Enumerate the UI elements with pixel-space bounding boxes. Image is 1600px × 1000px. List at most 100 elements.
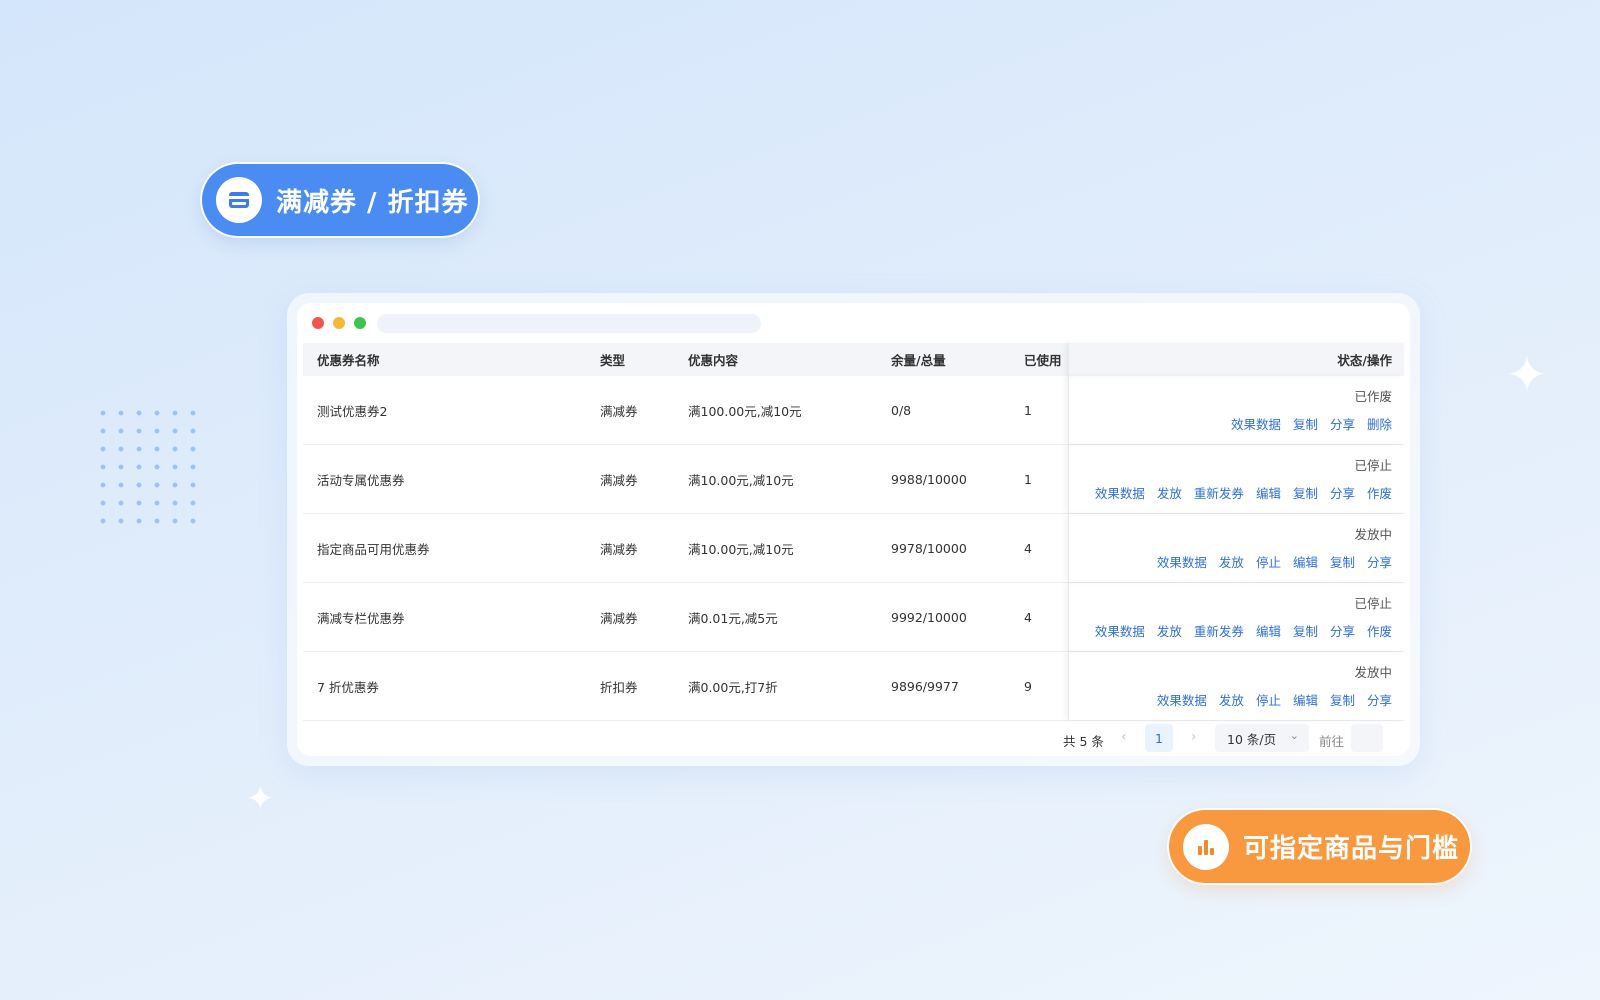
action-link[interactable]: 复制 bbox=[1293, 414, 1318, 433]
header-status: 状态/操作 bbox=[1337, 353, 1392, 368]
table-body: 测试优惠券2 满减券 满100.00元,减10元 0/8 1 已作废 效果数据 复制 分享 删除活… bbox=[303, 376, 1404, 721]
address-bar[interactable] bbox=[377, 314, 761, 333]
minimize-window-button[interactable] bbox=[333, 317, 345, 329]
coupon-name: 7 折优惠券 bbox=[317, 679, 379, 695]
coupon-name: 活动专属优惠券 bbox=[317, 472, 405, 488]
action-link[interactable]: 停止 bbox=[1256, 690, 1281, 709]
action-link[interactable]: 编辑 bbox=[1256, 621, 1281, 640]
table-row: 测试优惠券2 满减券 满100.00元,减10元 0/8 1 已作废 效果数据 复制 分享 删除 bbox=[303, 376, 1404, 445]
table-row: 指定商品可用优惠券 满减券 满10.00元,减10元 9978/10000 4 发放中 效果… bbox=[303, 514, 1404, 583]
action-link[interactable]: 效果数据 bbox=[1095, 621, 1145, 640]
badge-label: 可指定商品与门槛 bbox=[1243, 834, 1460, 864]
action-link[interactable]: 删除 bbox=[1367, 414, 1392, 433]
action-link[interactable]: 复制 bbox=[1293, 621, 1318, 640]
status-badge: 已停止 bbox=[1354, 458, 1392, 473]
action-link[interactable]: 发放 bbox=[1157, 621, 1182, 640]
coupon-name: 指定商品可用优惠券 bbox=[317, 541, 430, 557]
action-link[interactable]: 停止 bbox=[1256, 552, 1281, 571]
coupon-used: 4 bbox=[1024, 540, 1032, 556]
titlebar bbox=[297, 303, 1410, 343]
sparkle-icon: ✦ bbox=[1506, 346, 1548, 404]
action-link[interactable]: 分享 bbox=[1367, 690, 1392, 709]
close-window-button[interactable] bbox=[312, 317, 324, 329]
action-link[interactable]: 效果数据 bbox=[1095, 483, 1145, 502]
page-number[interactable]: 1 bbox=[1145, 724, 1173, 752]
coupon-content: 满0.00元,打7折 bbox=[688, 679, 778, 695]
status-badge: 发放中 bbox=[1354, 527, 1392, 542]
action-link[interactable]: 重新发券 bbox=[1194, 483, 1244, 502]
row-actions: 效果数据 发放 停止 编辑 复制 分享 bbox=[1157, 552, 1392, 571]
action-link[interactable]: 发放 bbox=[1219, 552, 1244, 571]
action-link[interactable]: 效果数据 bbox=[1231, 414, 1281, 433]
status-actions-cell: 已作废效果数据 复制 分享 删除 bbox=[1068, 376, 1404, 444]
header-name: 优惠券名称 bbox=[317, 353, 380, 368]
action-link[interactable]: 作废 bbox=[1367, 483, 1392, 502]
page-size-value: 10 条/页 bbox=[1227, 731, 1277, 747]
coupon-content: 满10.00元,减10元 bbox=[688, 472, 794, 488]
action-link[interactable]: 编辑 bbox=[1293, 552, 1318, 571]
coupon-remain: 9896/9977 bbox=[891, 678, 959, 694]
feature-badge: 可指定商品与门槛 bbox=[1169, 810, 1470, 883]
coupon-type: 折扣券 bbox=[600, 679, 638, 695]
header-remain: 余量/总量 bbox=[891, 353, 946, 368]
chevron-right-icon[interactable]: › bbox=[1191, 729, 1197, 745]
coupon-type-badge: 满减券 / 折扣券 bbox=[202, 164, 478, 236]
badge-label: 满减券 / 折扣券 bbox=[276, 187, 469, 218]
status-badge: 已停止 bbox=[1354, 596, 1392, 611]
chevron-left-icon[interactable]: ‹ bbox=[1121, 729, 1127, 745]
table-row: 活动专属优惠券 满减券 满10.00元,减10元 9988/10000 1 已停止 效果数据… bbox=[303, 445, 1404, 514]
coupon-content: 满0.01元,减5元 bbox=[688, 610, 778, 626]
row-actions: 效果数据 复制 分享 删除 bbox=[1231, 414, 1392, 433]
row-actions: 效果数据 发放 重新发券 编辑 复制 分享 作废 bbox=[1095, 621, 1392, 640]
goto-label: 前往 bbox=[1319, 734, 1345, 749]
coupon-type: 满减券 bbox=[600, 610, 638, 626]
coupon-used: 1 bbox=[1024, 471, 1032, 487]
action-link[interactable]: 效果数据 bbox=[1157, 552, 1207, 571]
action-link[interactable]: 编辑 bbox=[1293, 690, 1318, 709]
status-actions-cell: 发放中效果数据 发放 停止 编辑 复制 分享 bbox=[1068, 652, 1404, 720]
page-size-select[interactable]: 10 条/页 ⌄ bbox=[1215, 724, 1309, 752]
coupon-used: 1 bbox=[1024, 402, 1032, 418]
status-actions-cell: 发放中效果数据 发放 停止 编辑 复制 分享 bbox=[1068, 514, 1404, 582]
row-actions: 效果数据 发放 停止 编辑 复制 分享 bbox=[1157, 690, 1392, 709]
coupon-used: 4 bbox=[1024, 609, 1032, 625]
action-link[interactable]: 复制 bbox=[1330, 690, 1355, 709]
coupon-name: 满减专栏优惠券 bbox=[317, 610, 405, 626]
action-link[interactable]: 复制 bbox=[1293, 483, 1318, 502]
action-link[interactable]: 分享 bbox=[1330, 483, 1355, 502]
action-link[interactable]: 重新发券 bbox=[1194, 621, 1244, 640]
goto-page-input[interactable] bbox=[1351, 724, 1383, 752]
action-link[interactable]: 分享 bbox=[1367, 552, 1392, 571]
pagination-total: 共 5 条 bbox=[1063, 734, 1104, 749]
pagination: 共 5 条 ‹ 1 › 10 条/页 ⌄ 前往 bbox=[297, 723, 1410, 756]
coupon-remain: 9978/10000 bbox=[891, 540, 967, 556]
bar-chart-icon bbox=[1183, 823, 1229, 870]
action-link[interactable]: 复制 bbox=[1330, 552, 1355, 571]
status-badge: 发放中 bbox=[1354, 665, 1392, 680]
status-badge: 已作废 bbox=[1354, 389, 1392, 404]
table-row: 7 折优惠券 折扣券 满0.00元,打7折 9896/9977 9 发放中效果数据 发放 停止… bbox=[303, 652, 1404, 721]
header-content: 优惠内容 bbox=[688, 353, 739, 368]
status-actions-cell: 已停止效果数据 发放 重新发券 编辑 复制 分享 作废 bbox=[1068, 583, 1404, 651]
action-link[interactable]: 分享 bbox=[1330, 621, 1355, 640]
action-link[interactable]: 发放 bbox=[1219, 690, 1244, 709]
coupon-type: 满减券 bbox=[600, 541, 638, 557]
sparkle-icon: ✦ bbox=[246, 779, 275, 819]
coupon-type: 满减券 bbox=[600, 403, 638, 419]
maximize-window-button[interactable] bbox=[354, 317, 366, 329]
coupon-table: 优惠券名称 类型 优惠内容 余量/总量 已使用 状态/操作 测试优惠券2 满减券满… bbox=[303, 343, 1404, 721]
coupon-name: 测试优惠券2 bbox=[317, 403, 388, 419]
action-link[interactable]: 编辑 bbox=[1256, 483, 1281, 502]
coupon-remain: 9992/10000 bbox=[891, 609, 967, 625]
chevron-down-icon: ⌄ bbox=[1289, 729, 1299, 742]
dot-grid-decoration bbox=[94, 404, 198, 526]
action-link[interactable]: 发放 bbox=[1157, 483, 1182, 502]
action-link[interactable]: 效果数据 bbox=[1157, 690, 1207, 709]
status-actions-cell: 已停止效果数据 发放 重新发券 编辑 复制 分享 作废 bbox=[1068, 445, 1404, 513]
header-type: 类型 bbox=[600, 353, 626, 368]
coupon-list-window: 优惠券名称 类型 优惠内容 余量/总量 已使用 状态/操作 测试优惠券2 满减券满… bbox=[297, 303, 1410, 756]
action-link[interactable]: 分享 bbox=[1330, 414, 1355, 433]
coupon-content: 满100.00元,减10元 bbox=[688, 403, 802, 419]
action-link[interactable]: 作废 bbox=[1367, 621, 1392, 640]
coupon-used: 9 bbox=[1024, 678, 1032, 694]
